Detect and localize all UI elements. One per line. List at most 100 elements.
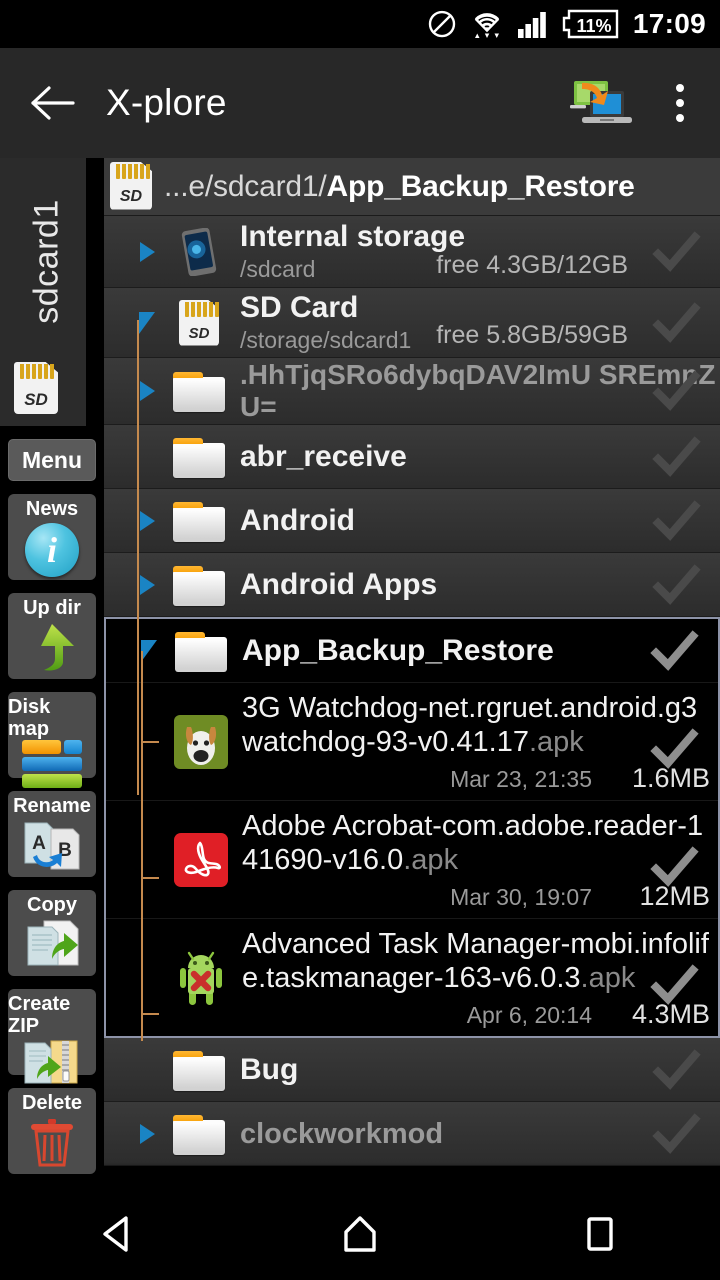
checkmark-icon[interactable] bbox=[650, 226, 702, 278]
sidebar-button-rename[interactable]: Rename A B bbox=[8, 791, 96, 877]
folder-icon bbox=[170, 564, 228, 606]
up-arrow-icon bbox=[24, 622, 80, 677]
list-item-name: Advanced Task Manager-mobi.infolife.task… bbox=[242, 927, 718, 995]
file-date: Apr 6, 20:14 bbox=[466, 1002, 592, 1028]
tree-line bbox=[141, 741, 159, 743]
checkmark-icon[interactable] bbox=[648, 723, 700, 775]
sd-card-icon: SD bbox=[14, 362, 58, 414]
list-item[interactable]: .HhTjqSRo6dybqDAV2ImU SREmnZU= bbox=[104, 358, 720, 425]
status-clock: 17:09 bbox=[632, 8, 706, 39]
storage-free-label: free 4.3GB/12GB bbox=[436, 251, 628, 279]
checkmark-icon[interactable] bbox=[650, 1108, 702, 1160]
overflow-dot bbox=[676, 114, 684, 122]
list-item[interactable]: Bug bbox=[104, 1038, 720, 1102]
chevron-down-icon bbox=[139, 311, 155, 334]
overflow-dot bbox=[676, 99, 684, 107]
file-base-name: 3G Watchdog-net.rgruet.android.g3watchdo… bbox=[242, 692, 698, 758]
checkmark-icon[interactable] bbox=[648, 959, 700, 1011]
list-item[interactable]: Adobe Acrobat-com.adobe.reader-141690-v1… bbox=[106, 801, 718, 919]
list-item-labels: App_Backup_Restore bbox=[230, 624, 718, 678]
nav-home-button[interactable] bbox=[300, 1188, 420, 1280]
file-base-name: Adobe Acrobat-com.adobe.reader-141690-v1… bbox=[242, 810, 704, 876]
sidebar-button-label: Up dir bbox=[23, 597, 81, 619]
status-bar: 11% 17:09 bbox=[0, 0, 720, 48]
adobe-acrobat-app-icon bbox=[172, 801, 230, 918]
checkmark-icon[interactable] bbox=[648, 625, 700, 677]
checkmark-icon[interactable] bbox=[650, 365, 702, 417]
chevron-right-icon bbox=[139, 510, 155, 531]
list-item-labels: Bug bbox=[228, 1043, 720, 1097]
zip-icon bbox=[21, 1037, 83, 1092]
list-item-name: Android bbox=[240, 503, 355, 537]
list-item[interactable]: abr_receive bbox=[104, 425, 720, 489]
cellular-signal-icon bbox=[517, 10, 547, 38]
list-item-labels: clockworkmod bbox=[228, 1107, 720, 1161]
sd-card-icon: SD bbox=[110, 161, 156, 212]
nav-back-button[interactable] bbox=[60, 1188, 180, 1280]
file-list: SD ...e/sdcard1/App_Backup_Restore Inter… bbox=[104, 158, 720, 1188]
menu-button[interactable]: Menu bbox=[8, 439, 96, 481]
list-item[interactable]: Advanced Task Manager-mobi.infolife.task… bbox=[106, 919, 718, 1036]
nav-recents-button[interactable] bbox=[540, 1188, 660, 1280]
wifi-pc-transfer-icon[interactable] bbox=[568, 75, 632, 131]
folder-icon bbox=[170, 370, 228, 412]
checkmark-icon[interactable] bbox=[650, 431, 702, 483]
checkmark-icon[interactable] bbox=[650, 1044, 702, 1096]
app-bar: X-plore bbox=[0, 48, 720, 158]
list-item-labels: Android bbox=[228, 494, 720, 548]
list-item[interactable]: SD SD Card /storage/sdcard1 free 5.8GB/5… bbox=[104, 288, 720, 358]
tree-line bbox=[137, 320, 139, 795]
list-item-name: Android Apps bbox=[240, 567, 438, 601]
list-item[interactable]: 3G Watchdog-net.rgruet.android.g3watchdo… bbox=[106, 683, 718, 801]
sidebar-tab-sdcard1[interactable]: sdcard1 SD bbox=[0, 158, 104, 426]
folder-icon bbox=[170, 1049, 228, 1091]
sidebar-button-label: Disk map bbox=[8, 696, 51, 740]
back-button[interactable] bbox=[22, 72, 84, 134]
list-item[interactable]: Android Apps bbox=[104, 553, 720, 617]
checkmark-icon[interactable] bbox=[650, 495, 702, 547]
checkmark-icon[interactable] bbox=[648, 841, 700, 893]
checkmark-icon[interactable] bbox=[650, 297, 702, 349]
sidebar-button-news[interactable]: News i bbox=[8, 494, 96, 580]
rename-ab-icon: A B bbox=[21, 819, 83, 876]
file-extension: .apk bbox=[580, 962, 636, 994]
battery-icon: 11% bbox=[560, 8, 620, 40]
list-item-labels: Advanced Task Manager-mobi.infolife.task… bbox=[230, 919, 718, 1036]
do-not-disturb-icon bbox=[427, 9, 457, 39]
page-title: X-plore bbox=[106, 82, 227, 123]
sidebar-button-up-dir[interactable]: Up dir bbox=[8, 593, 96, 679]
breadcrumb-current: App_Backup_Restore bbox=[326, 169, 635, 203]
overflow-dot bbox=[676, 84, 684, 92]
overflow-menu-button[interactable] bbox=[658, 73, 702, 133]
expander-toggle[interactable] bbox=[132, 1123, 162, 1144]
chevron-right-icon bbox=[139, 1123, 155, 1144]
sidebar-button-label: Delete bbox=[21, 1092, 83, 1114]
list-item[interactable]: clockworkmod bbox=[104, 1102, 720, 1166]
sidebar-button-delete[interactable]: Delete bbox=[8, 1088, 96, 1174]
file-date: Mar 30, 19:07 bbox=[450, 884, 592, 910]
android-nav-bar bbox=[0, 1188, 720, 1280]
sidebar-button-copy[interactable]: Copy bbox=[8, 890, 96, 976]
list-item[interactable]: Internal storage /sdcard free 4.3GB/12GB bbox=[104, 216, 720, 288]
3g-watchdog-app-icon bbox=[172, 683, 230, 800]
tree-line bbox=[141, 1013, 159, 1015]
list-item-name: Internal storage bbox=[240, 220, 466, 253]
expander-toggle[interactable] bbox=[132, 241, 162, 262]
file-extension: .apk bbox=[528, 726, 584, 758]
list-item[interactable]: App_Backup_Restore bbox=[106, 619, 718, 683]
expander-toggle bbox=[134, 919, 164, 1036]
list-item-name: 3G Watchdog-net.rgruet.android.g3watchdo… bbox=[242, 691, 718, 759]
svg-text:A: A bbox=[32, 833, 46, 854]
breadcrumb-prefix: ...e/sdcard1/ bbox=[164, 169, 327, 203]
list-item[interactable]: Android bbox=[104, 489, 720, 553]
tree-line bbox=[141, 651, 143, 1041]
sidebar-button-disk-map[interactable]: Disk map bbox=[8, 692, 96, 788]
list-item-labels: abr_receive bbox=[228, 430, 720, 484]
sidebar-button-create-zip[interactable]: Create ZIP bbox=[8, 989, 96, 1084]
folder-icon bbox=[172, 630, 230, 672]
breadcrumb[interactable]: SD ...e/sdcard1/App_Backup_Restore bbox=[104, 158, 720, 216]
file-extension: .apk bbox=[403, 844, 459, 876]
checkmark-icon[interactable] bbox=[650, 559, 702, 611]
chevron-right-icon bbox=[139, 241, 155, 262]
chevron-right-icon bbox=[139, 574, 155, 595]
